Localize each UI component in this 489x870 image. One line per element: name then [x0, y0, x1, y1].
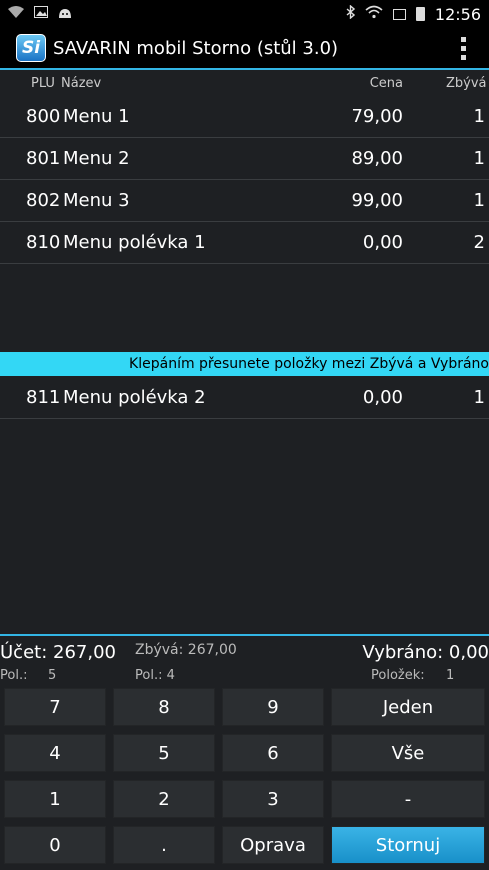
- table-row[interactable]: 800 Menu 1 79,00 1: [0, 96, 489, 138]
- key-1-button[interactable]: 1: [4, 780, 106, 818]
- column-plu: PLU: [31, 76, 55, 91]
- column-header: PLU Název Cena Zbývá: [0, 72, 489, 96]
- keypad: 7 8 9 Jeden 4 5 6 Vše 1 2 3 - 0 . Oprava…: [0, 686, 489, 870]
- oprava-button[interactable]: Oprava: [222, 826, 324, 864]
- item-price: 99,00: [351, 190, 403, 211]
- android-icon: [58, 6, 72, 23]
- account-items-label: Pol.:: [0, 668, 28, 683]
- table-row[interactable]: 810 Menu polévka 1 0,00 2: [0, 222, 489, 264]
- key-7-button[interactable]: 7: [4, 688, 106, 726]
- account-items-count: 5: [48, 668, 57, 683]
- item-plu: 801: [26, 148, 61, 169]
- page-title: SAVARIN mobil Storno (stůl 3.0): [53, 37, 339, 59]
- totals-summary: Účet: 267,00 Pol.: 5 Zbývá: 267,00 Pol.:…: [0, 634, 489, 686]
- item-name: Menu 1: [63, 106, 130, 127]
- wifi-icon: [365, 5, 383, 23]
- key-6-button[interactable]: 6: [222, 734, 324, 772]
- action-bar: Si SAVARIN mobil Storno (stůl 3.0): [0, 28, 489, 70]
- bluetooth-icon: [346, 4, 355, 23]
- jeden-button[interactable]: Jeden: [331, 688, 485, 726]
- column-price: Cena: [369, 76, 403, 91]
- item-price: 0,00: [362, 232, 403, 253]
- clock: 12:56: [434, 4, 481, 24]
- move-hint-banner: Klepáním přesunete položky mezi Zbývá a …: [0, 352, 489, 376]
- item-qty: 1: [473, 106, 485, 127]
- overflow-menu-icon[interactable]: [461, 37, 467, 60]
- key-0-button[interactable]: 0: [4, 826, 106, 864]
- key-9-button[interactable]: 9: [222, 688, 324, 726]
- minus-button[interactable]: -: [331, 780, 485, 818]
- item-plu: 810: [26, 232, 61, 253]
- item-price: 0,00: [362, 387, 403, 408]
- account-total: Účet: 267,00: [0, 642, 116, 663]
- selected-items-count: 1: [446, 668, 455, 683]
- remaining-items: Pol.: 4: [135, 668, 175, 683]
- remaining-total: Zbývá: 267,00: [135, 642, 237, 658]
- item-name: Menu polévka 2: [63, 387, 206, 408]
- item-name: Menu polévka 1: [63, 232, 206, 253]
- key-dot-button[interactable]: .: [113, 826, 215, 864]
- item-qty: 1: [473, 387, 485, 408]
- column-name: Název: [61, 76, 102, 91]
- key-2-button[interactable]: 2: [113, 780, 215, 818]
- selected-items-label: Položek:: [371, 668, 425, 683]
- key-8-button[interactable]: 8: [113, 688, 215, 726]
- item-plu: 811: [26, 387, 61, 408]
- item-plu: 802: [26, 190, 61, 211]
- table-row[interactable]: 802 Menu 3 99,00 1: [0, 180, 489, 222]
- item-qty: 1: [473, 148, 485, 169]
- table-row[interactable]: 811 Menu polévka 2 0,00 1: [0, 377, 489, 419]
- selected-total: Vybráno: 0,00: [362, 642, 489, 663]
- item-name: Menu 2: [63, 148, 130, 169]
- item-name: Menu 3: [63, 190, 130, 211]
- image-icon: [34, 6, 48, 22]
- savarin-logo-icon[interactable]: Si: [16, 34, 46, 62]
- alert-icon: [392, 8, 406, 20]
- battery-icon: [415, 7, 425, 21]
- wifi-question-icon: [8, 5, 24, 23]
- key-5-button[interactable]: 5: [113, 734, 215, 772]
- table-row[interactable]: 801 Menu 2 89,00 1: [0, 138, 489, 180]
- stornuj-button[interactable]: Stornuj: [331, 826, 485, 864]
- item-qty: 2: [473, 232, 485, 253]
- column-remaining: Zbývá: [446, 76, 487, 91]
- key-4-button[interactable]: 4: [4, 734, 106, 772]
- item-qty: 1: [473, 190, 485, 211]
- item-price: 89,00: [351, 148, 403, 169]
- item-plu: 800: [26, 106, 61, 127]
- item-price: 79,00: [351, 106, 403, 127]
- status-bar: 12:56: [0, 0, 489, 28]
- key-3-button[interactable]: 3: [222, 780, 324, 818]
- vse-button[interactable]: Vše: [331, 734, 485, 772]
